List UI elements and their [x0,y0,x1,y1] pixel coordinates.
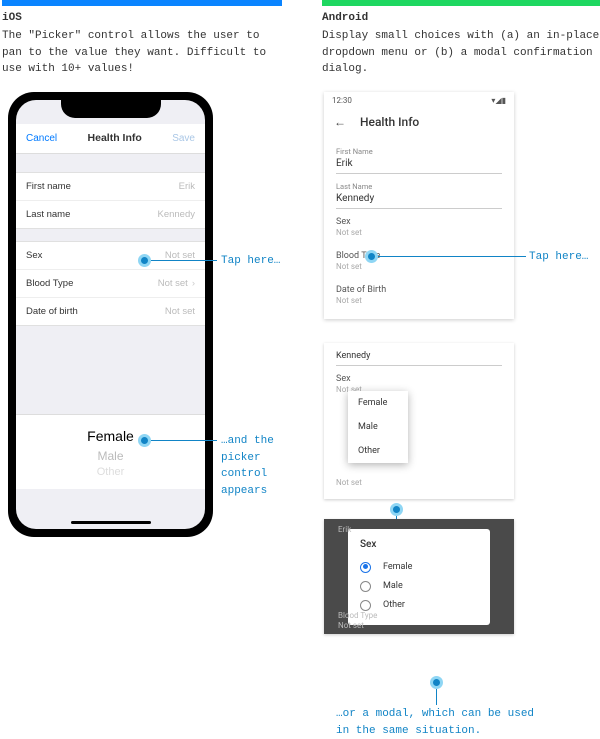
field-value: Not set [336,262,502,271]
callout-line [151,440,217,441]
field-value: Not set [336,296,502,305]
sex-row[interactable]: Sex Not set [16,242,205,270]
dropdown-item[interactable]: Female [348,391,408,415]
field-label: Sex [336,374,502,384]
callout-line [436,689,437,705]
callout-dot-icon [390,503,403,516]
dob-field[interactable]: Date of Birth Not set [336,285,502,305]
bg-text: Erik [338,525,351,534]
blood-type-row[interactable]: Blood Type Not set› [16,270,205,298]
android-form: First Name Erik Last Name Kennedy Sex No… [324,147,514,319]
android-mockup-1: 12:30 ▾◢▮ ← Health Info First Name Erik … [324,92,514,319]
page-title: Health Info [360,115,419,129]
android-mockup-modal: Erik Blood Type Not set Sex Female Male … [324,519,514,634]
iphone-notch [61,100,161,118]
row-value: Not set› [158,278,195,289]
dropdown-item[interactable]: Other [348,439,408,463]
bg-text: Not set [338,621,364,630]
field-label: Date of Birth [336,285,502,295]
row-label: Blood Type [26,278,73,289]
radio-selected-icon [360,562,371,573]
table-row[interactable]: First name Erik [16,173,205,201]
radio-option[interactable]: Male [360,577,478,596]
row-value: Not set [165,306,195,317]
row-value: Erik [179,181,195,192]
android-accent-bar [322,0,600,6]
ios-details-group: Sex Not set Blood Type Not set› Date of … [16,241,205,326]
chevron-right-icon: › [192,278,195,289]
save-button[interactable]: Save [172,133,195,144]
status-time: 12:30 [332,96,352,105]
picker-selected: Female [16,425,205,447]
field-value: Not set [336,228,502,237]
android-app-bar: ← Health Info [324,107,514,139]
field-label: Last Name [336,182,502,191]
radio-option[interactable]: Other [360,596,478,615]
iphone-mockup: Cancel Health Info Save First name Erik … [8,92,213,537]
ios-column: iOS The "Picker" control allows the user… [2,0,282,634]
callout-dot-icon [138,254,151,267]
annotation-picker-appears: …and the picker control appears [221,433,281,499]
ios-heading: iOS [2,12,282,24]
field-value: Kennedy [336,349,502,366]
dialog-title: Sex [360,539,478,550]
annotation-tap-here: Tap here… [529,249,588,266]
field-label: Sex [336,217,502,227]
ios-navbar: Cancel Health Info Save [16,124,205,154]
row-label: Sex [26,250,42,261]
callout-line [151,260,217,261]
dob-row[interactable]: Date of birth Not set [16,298,205,325]
row-label: Date of birth [26,306,78,317]
ios-picker-wheel[interactable]: Female Male Other [16,414,205,489]
radio-icon [360,600,371,611]
android-mockup-dropdown: Kennedy Sex Not set Female Male Other No… [324,343,514,499]
row-value: Not set [165,250,195,261]
row-label: Last name [26,209,70,220]
radio-icon [360,581,371,592]
blood-type-field[interactable]: Blood Type Not set [336,251,502,271]
table-row[interactable]: Last name Kennedy [16,201,205,228]
page-title: Health Info [88,132,142,144]
field-label: First Name [336,147,502,156]
field-value: Erik [336,156,502,174]
row-label: First name [26,181,71,192]
iphone-screen: Cancel Health Info Save First name Erik … [16,100,205,529]
android-column: Android Display small choices with (a) a… [322,0,600,634]
home-indicator [71,521,151,524]
ios-description: The "Picker" control allows the user to … [2,28,282,78]
row-value: Kennedy [157,209,195,220]
callout-line [378,256,526,257]
radio-option[interactable]: Female [360,558,478,577]
android-heading: Android [322,12,600,24]
first-name-field[interactable]: First Name Erik [336,147,502,174]
android-status-bar: 12:30 ▾◢▮ [324,92,514,107]
callout-dot-icon [430,676,443,689]
bg-text: Blood Type [338,611,377,620]
field-value: Not set [336,478,502,487]
dropdown-item[interactable]: Male [348,415,408,439]
picker-option: Other [16,465,205,479]
dropdown-menu: Female Male Other [348,391,408,463]
annotation-modal: …or a modal, which can be used in the sa… [336,706,536,739]
ios-accent-bar [2,0,282,6]
annotation-tap-here: Tap here… [221,253,280,270]
field-value: Kennedy [336,191,502,209]
back-arrow-icon[interactable]: ← [334,115,346,129]
picker-option: Male [16,447,205,465]
last-name-field[interactable]: Last Name Kennedy [336,182,502,209]
sex-field[interactable]: Sex Not set [336,217,502,237]
android-description: Display small choices with (a) an in-pla… [322,28,600,78]
cancel-button[interactable]: Cancel [26,133,57,144]
ios-name-group: First name Erik Last name Kennedy [16,172,205,229]
callout-dot-icon [138,434,151,447]
callout-dot-icon [365,250,378,263]
status-icons: ▾◢▮ [491,96,506,105]
